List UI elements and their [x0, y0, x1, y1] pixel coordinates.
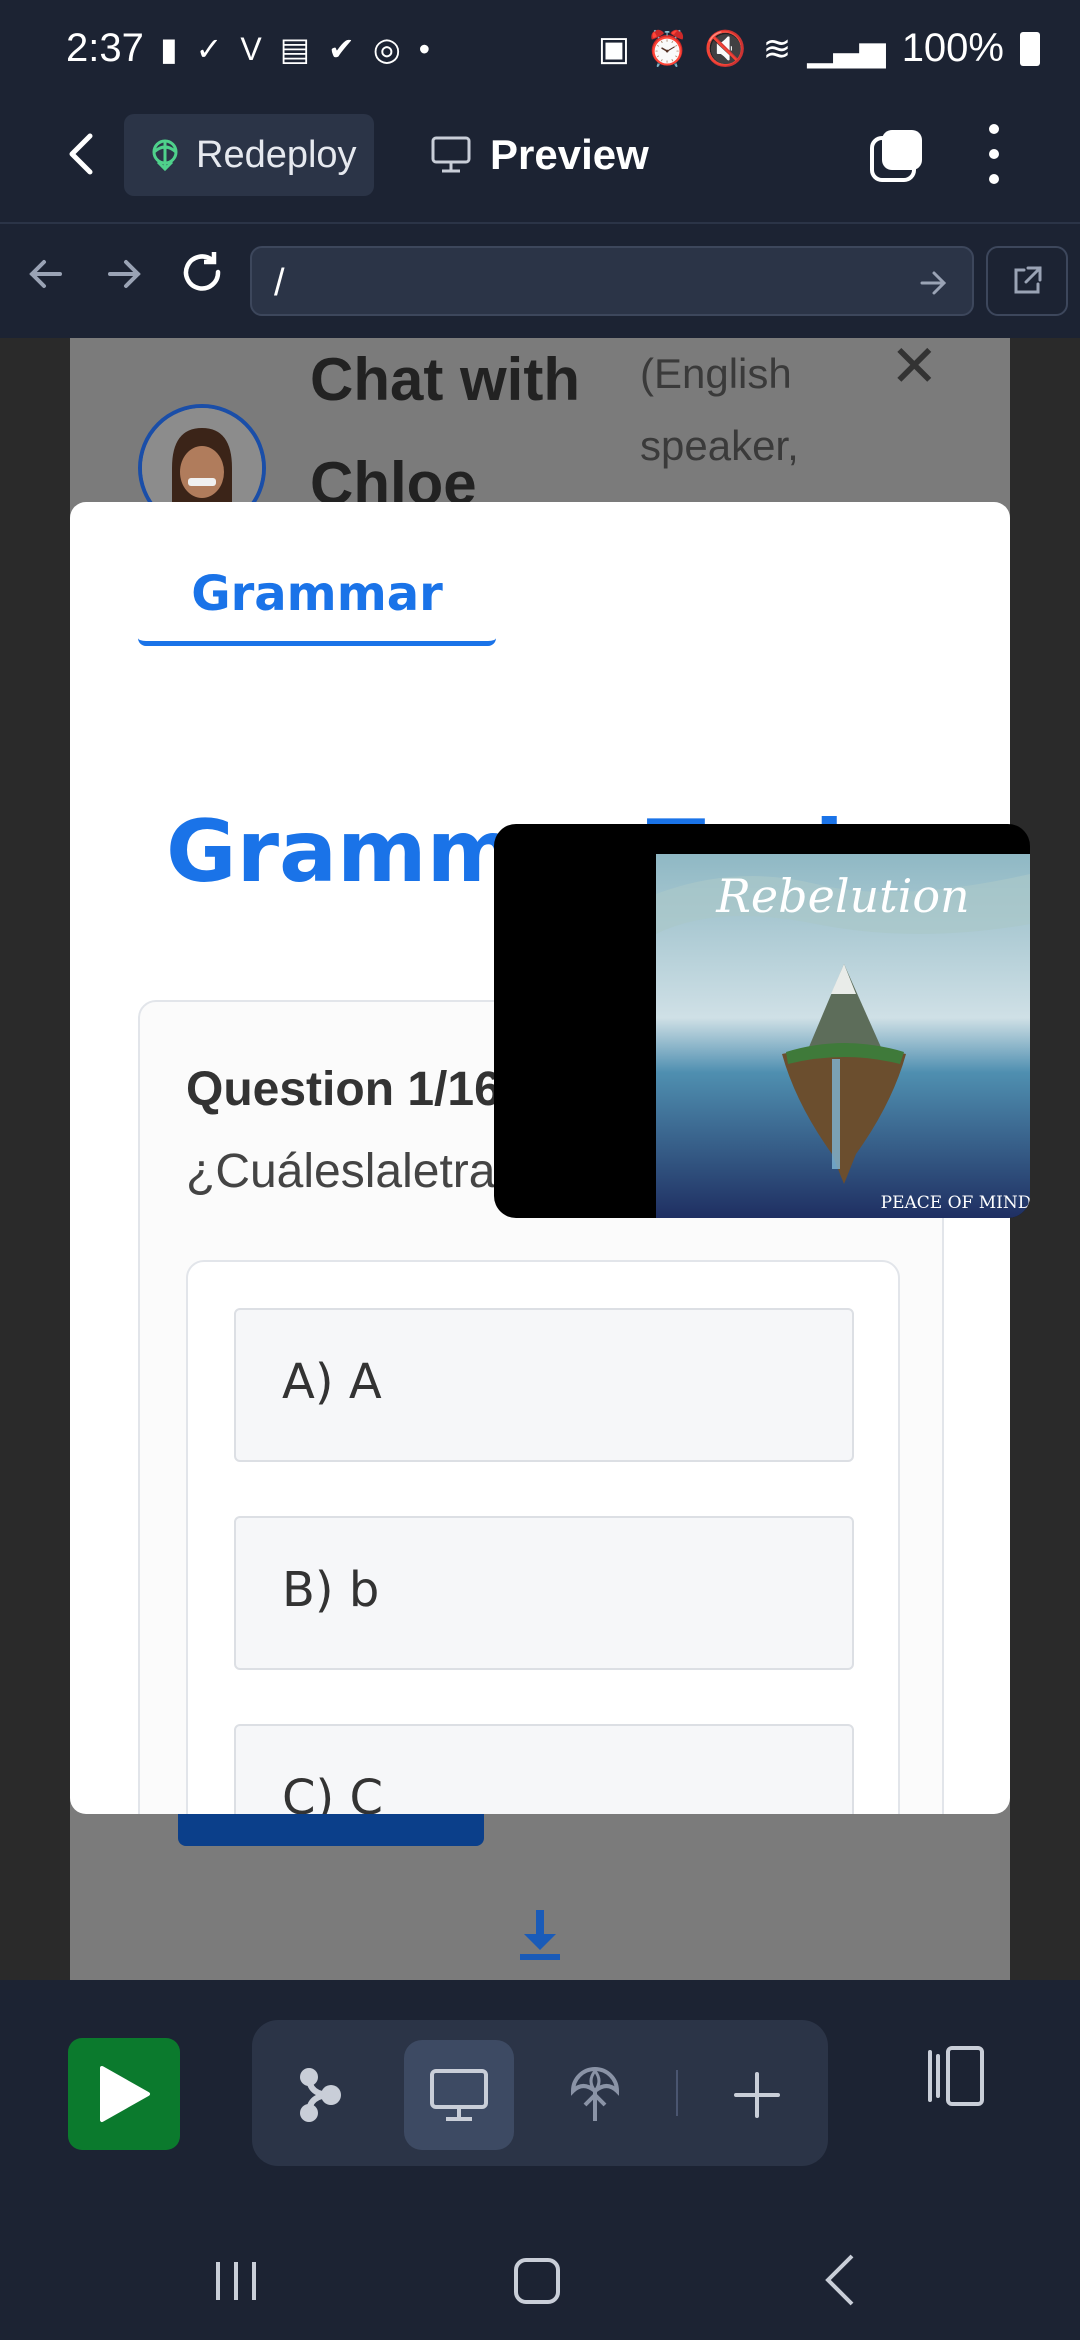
add-tool-button[interactable]	[702, 2040, 812, 2150]
monitor-icon	[430, 2069, 488, 2121]
option-b[interactable]: B) b	[234, 1516, 854, 1670]
notification-icons: ▮ ✓ V ▤ ✔ ◎ •	[160, 30, 430, 68]
alarm-icon: ⏰	[646, 29, 689, 68]
deploy-icon	[152, 139, 178, 172]
url-row: /	[0, 226, 1080, 338]
back-button[interactable]	[58, 130, 106, 178]
redeploy-button[interactable]: Redeploy	[124, 114, 374, 196]
download-icon[interactable]	[518, 1908, 562, 1962]
tool-divider	[676, 2070, 678, 2116]
layout-toggle-icon[interactable]	[920, 2036, 990, 2116]
notification-icon: ▮	[160, 31, 178, 67]
open-external-button[interactable]	[986, 246, 1068, 316]
album-title: Rebelution	[715, 869, 969, 923]
external-link-icon	[1014, 266, 1042, 294]
webview: Chat with Chloe (English speaker, ✕ Gram…	[0, 334, 1080, 1980]
battery-percent: 100%	[901, 26, 1004, 70]
bottom-toolbar	[0, 1980, 1080, 2190]
verified-icon: ✔	[328, 31, 355, 67]
chat-title-line1: Chat with	[310, 346, 580, 413]
preview-label: Preview	[490, 131, 649, 178]
app-header: Redeploy Preview	[0, 104, 1080, 224]
android-back-icon[interactable]	[822, 2252, 856, 2308]
mute-icon: 🔇	[704, 29, 747, 68]
nav-back-icon[interactable]	[26, 254, 66, 294]
android-navigation-bar	[0, 2190, 1080, 2340]
option-c-label: C) C	[282, 1770, 384, 1814]
chrome-icon: ◎	[372, 31, 401, 67]
album-art: Rebelution PEACE OF MIND	[656, 854, 1030, 1218]
v-icon: V	[240, 30, 262, 67]
tabs-icon[interactable]	[868, 126, 926, 184]
workflow-icon	[300, 2068, 341, 2122]
battery-saver-icon: ▣	[597, 29, 631, 68]
nav-forward-icon[interactable]	[104, 254, 144, 294]
workflow-tool[interactable]	[266, 2040, 376, 2150]
deploy-icon	[570, 2067, 620, 2121]
preview-tab[interactable]: Preview	[430, 114, 649, 196]
run-button[interactable]	[68, 2038, 180, 2150]
preview-tool[interactable]	[404, 2040, 514, 2150]
battery-icon	[1020, 31, 1040, 66]
chevron-left-icon	[69, 133, 93, 175]
monitor-icon	[431, 136, 471, 173]
close-icon[interactable]: ✕	[890, 332, 939, 400]
tab-grammar-label: Grammar	[191, 566, 443, 622]
options-list: A) A B) b C) C	[186, 1260, 900, 1814]
tab-grammar[interactable]: Grammar	[138, 546, 496, 646]
phone-icon: ▤	[279, 31, 310, 67]
status-time: 2:37	[66, 26, 144, 70]
home-icon[interactable]	[514, 2258, 560, 2304]
check-icon: ✓	[195, 31, 223, 67]
recent-apps-icon[interactable]	[216, 2262, 256, 2300]
system-icons: ▣ ⏰ 🔇 ≋ ▁▃▅ 100%	[598, 26, 1040, 71]
option-a-label: A) A	[282, 1354, 382, 1410]
url-text: /	[274, 262, 285, 304]
album-subtitle: PEACE OF MIND	[881, 1193, 1030, 1213]
plus-icon	[734, 2072, 780, 2118]
option-c[interactable]: C) C	[234, 1724, 854, 1814]
status-bar: 2:37 ▮ ✓ V ▤ ✔ ◎ • ▣ ⏰ 🔇 ≋ ▁▃▅ 100%	[0, 0, 1080, 104]
wifi-icon: ≋	[762, 29, 792, 68]
option-a[interactable]: A) A	[234, 1308, 854, 1462]
media-pip-overlay[interactable]: Rebelution PEACE OF MIND	[494, 824, 1030, 1218]
more-menu-icon[interactable]	[982, 124, 1006, 184]
signal-icon: ▁▃▅	[807, 29, 886, 68]
reload-icon[interactable]	[178, 248, 226, 296]
more-notifications-icon: •	[418, 30, 430, 67]
go-arrow-icon[interactable]	[918, 268, 948, 298]
tool-group	[252, 2020, 828, 2166]
chat-subtitle: (English speaker,	[640, 350, 799, 469]
redeploy-label: Redeploy	[196, 133, 357, 176]
option-b-label: B) b	[282, 1562, 380, 1618]
deployments-tool[interactable]	[540, 2040, 650, 2150]
play-icon	[100, 2066, 150, 2122]
url-input[interactable]: /	[250, 246, 974, 316]
question-number: Question 1/16:	[186, 1063, 517, 1116]
